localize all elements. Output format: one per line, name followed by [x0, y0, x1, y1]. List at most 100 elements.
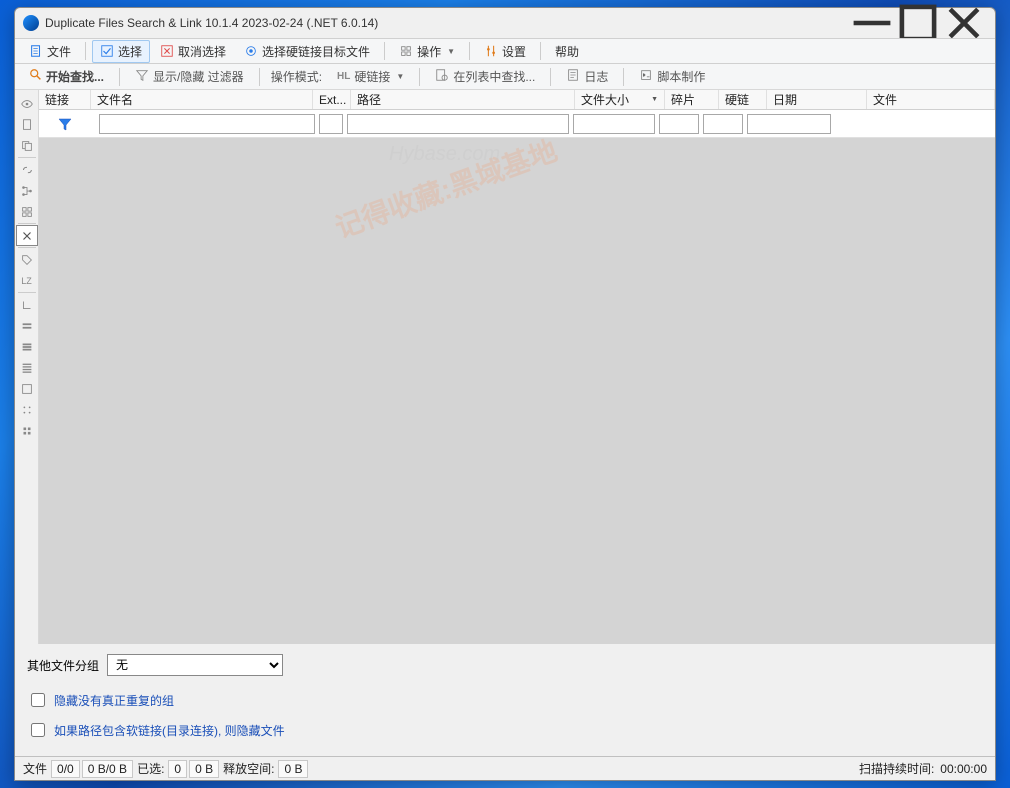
file-icon: [29, 44, 43, 58]
status-free-size: 0 B: [278, 760, 308, 778]
status-scan-label: 扫描持续时间:: [857, 760, 936, 777]
menu-help[interactable]: 帮助: [547, 40, 587, 63]
filter-date-input[interactable]: [747, 114, 831, 134]
window-title: Duplicate Files Search & Link 10.1.4 202…: [45, 16, 849, 30]
filter-size-input[interactable]: [573, 114, 655, 134]
log-button[interactable]: 日志: [558, 64, 616, 89]
filter-path-input[interactable]: [347, 114, 569, 134]
menu-deselect[interactable]: 取消选择: [152, 40, 234, 63]
log-icon: [566, 68, 580, 85]
status-scan-time: 00:00:00: [938, 762, 989, 776]
col-date[interactable]: 日期: [767, 90, 867, 109]
col-path[interactable]: 路径: [351, 90, 575, 109]
group-label: 其他文件分组: [27, 657, 99, 674]
col-fileinfo[interactable]: 文件: [867, 90, 995, 109]
menu-settings[interactable]: 设置: [476, 40, 534, 63]
col-fragments[interactable]: 碎片: [665, 90, 719, 109]
menu-file[interactable]: 文件: [21, 40, 79, 63]
status-selected-label: 已选:: [135, 760, 166, 777]
status-file-count: 0/0: [51, 760, 80, 778]
filter-row: [39, 110, 995, 138]
search-in-list-button[interactable]: 在列表中查找...: [427, 64, 543, 89]
funnel-icon[interactable]: [39, 116, 91, 132]
list-search-icon: [435, 68, 449, 85]
filter-hard-input[interactable]: [703, 114, 743, 134]
checkbox-hide-nodup[interactable]: [31, 693, 45, 707]
col-link[interactable]: 链接: [39, 90, 91, 109]
status-free-label: 释放空间:: [221, 760, 276, 777]
dropdown-icon: ▼: [447, 47, 455, 56]
check-hide-softlink[interactable]: 如果路径包含软链接(目录连接), 则隐藏文件: [27, 720, 983, 740]
side-link-icon[interactable]: [16, 159, 38, 180]
filter-frag-input[interactable]: [659, 114, 699, 134]
watermark-text: 记得收藏:黑域基地: [329, 129, 562, 246]
side-grid-icon[interactable]: [16, 201, 38, 222]
toggle-filters-button[interactable]: 显示/隐藏 过滤器: [127, 64, 252, 89]
toolbar-separator: [623, 68, 624, 86]
side-file-icon[interactable]: [16, 114, 38, 135]
side-lz-label[interactable]: LZ: [16, 270, 38, 291]
col-filesize[interactable]: 文件大小: [575, 90, 665, 109]
toolbar: 开始查找... 显示/隐藏 过滤器 操作模式: HL 硬链接 ▼ 在列表中查找.…: [15, 64, 995, 90]
status-file-size: 0 B/0 B: [82, 760, 133, 778]
menubar: 文件 选择 取消选择 选择硬链接目标文件 操作 ▼ 设置 帮助: [15, 38, 995, 64]
menu-separator: [384, 42, 385, 60]
side-bar4-icon[interactable]: [16, 378, 38, 399]
side-separator: [18, 247, 36, 248]
side-copy-icon[interactable]: [16, 135, 38, 156]
side-close-icon[interactable]: [16, 225, 38, 246]
group-select[interactable]: 无: [107, 654, 283, 676]
grid-body: 记得收藏:黑域基地 Hybase.com: [39, 138, 995, 644]
side-dot1-icon[interactable]: [16, 399, 38, 420]
col-hardchain[interactable]: 硬链: [719, 90, 767, 109]
side-bar2-icon[interactable]: [16, 336, 38, 357]
menu-select-hardlink-target[interactable]: 选择硬链接目标文件: [236, 40, 378, 63]
toolbar-separator: [550, 68, 551, 86]
script-button[interactable]: 脚本制作: [631, 64, 713, 89]
col-filename[interactable]: 文件名: [91, 90, 313, 109]
bottom-controls: 其他文件分组 无 隐藏没有真正重复的组 如果路径包含软链接(目录连接), 则隐藏…: [15, 644, 995, 756]
checkbox-hide-softlink[interactable]: [31, 723, 45, 737]
operate-icon: [399, 44, 413, 58]
menu-operate[interactable]: 操作 ▼: [391, 40, 463, 63]
side-tree-icon[interactable]: [16, 180, 38, 201]
grid-header: 链接 文件名 Ext... 路径 文件大小 碎片 硬链 日期 文件: [39, 90, 995, 110]
group-row: 其他文件分组 无: [27, 654, 983, 676]
filter-filename-input[interactable]: [99, 114, 315, 134]
script-icon: [639, 68, 653, 85]
menu-separator: [469, 42, 470, 60]
side-tag-icon[interactable]: [16, 249, 38, 270]
side-bar3-icon[interactable]: [16, 357, 38, 378]
titlebar: Duplicate Files Search & Link 10.1.4 202…: [15, 8, 995, 38]
select-icon: [100, 44, 114, 58]
sidebar: LZ: [15, 90, 39, 644]
status-selected-count: 0: [168, 760, 187, 778]
app-window: Duplicate Files Search & Link 10.1.4 202…: [14, 7, 996, 781]
side-collapse-icon[interactable]: [16, 294, 38, 315]
magnifier-icon: [29, 68, 43, 85]
side-bar1-icon[interactable]: [16, 315, 38, 336]
minimize-button[interactable]: [849, 8, 895, 38]
check-hide-nodup[interactable]: 隐藏没有真正重复的组: [27, 690, 983, 710]
watermark-url: Hybase.com: [389, 143, 500, 166]
statusbar: 文件 0/0 0 B/0 B 已选: 0 0 B 释放空间: 0 B 扫描持续时…: [15, 756, 995, 780]
col-ext[interactable]: Ext...: [313, 90, 351, 109]
target-icon: [244, 44, 258, 58]
start-search-button[interactable]: 开始查找...: [21, 64, 112, 89]
status-selected-size: 0 B: [189, 760, 219, 778]
close-button[interactable]: [941, 8, 987, 38]
toolbar-separator: [259, 68, 260, 86]
content-area: LZ 链接 文件名 Ext... 路径 文件大小 碎片 硬链 日期 文件: [15, 90, 995, 644]
side-dot2-icon[interactable]: [16, 420, 38, 441]
toolbar-separator: [119, 68, 120, 86]
side-eye-icon[interactable]: [16, 93, 38, 114]
menu-separator: [85, 42, 86, 60]
op-mode-label: 操作模式:: [267, 68, 326, 85]
settings-icon: [484, 44, 498, 58]
filter-ext-input[interactable]: [319, 114, 343, 134]
maximize-button[interactable]: [895, 8, 941, 38]
grid-area: 链接 文件名 Ext... 路径 文件大小 碎片 硬链 日期 文件: [39, 90, 995, 644]
deselect-icon: [160, 44, 174, 58]
hardlink-mode-button[interactable]: HL 硬链接 ▼: [329, 64, 412, 89]
menu-select[interactable]: 选择: [92, 40, 150, 63]
